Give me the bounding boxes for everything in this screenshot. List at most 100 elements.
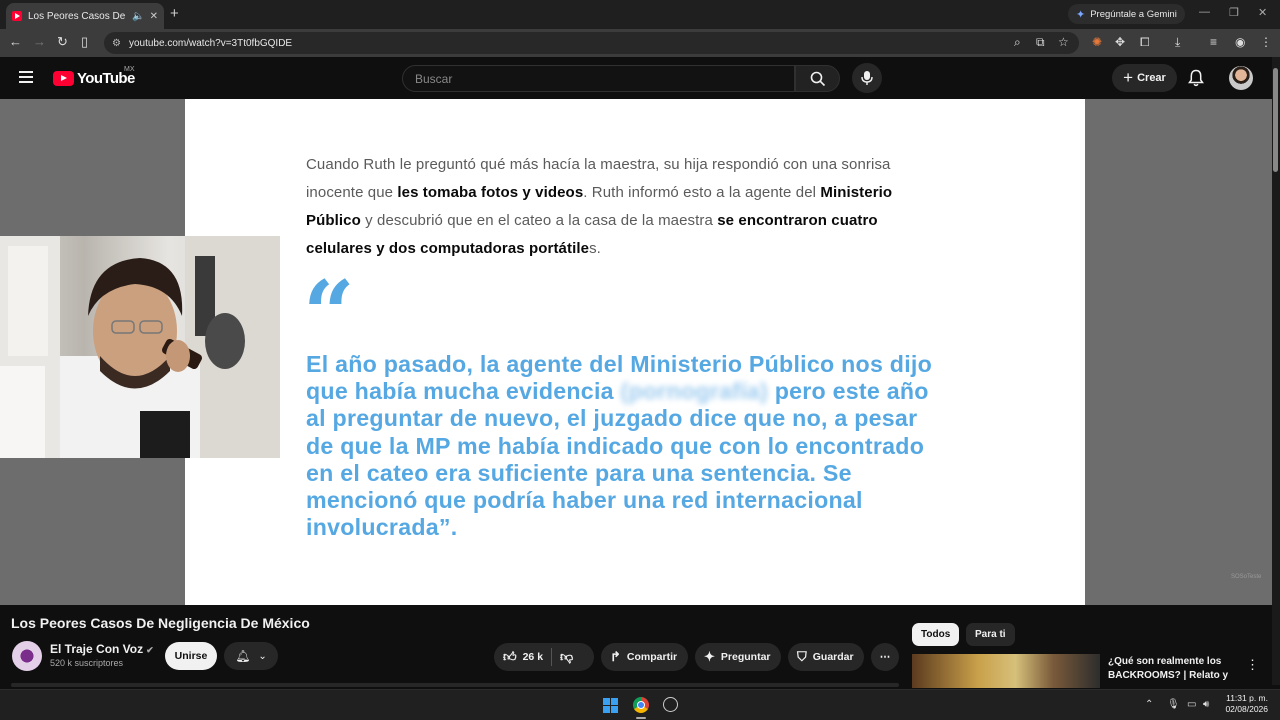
like-divider — [551, 648, 553, 666]
browser-tab[interactable]: Los Peores Casos De Negligencia De Méxic… — [6, 3, 164, 29]
country-code: MX — [124, 66, 135, 73]
notification-dropdown-button[interactable]: 🔔︎ ⌄ — [224, 642, 278, 670]
webcam-overlay — [0, 236, 280, 458]
quote-mark-icon: “ — [303, 269, 355, 329]
new-tab-icon[interactable]: + — [170, 5, 179, 22]
youtube-play-icon — [53, 71, 74, 86]
share-button[interactable]: ↱ Compartir — [601, 643, 688, 671]
browser-toolbar: ← → ↻ ▯ ⚙ youtube.com/watch?v=3Tt0fbGQID… — [0, 29, 1280, 57]
channel-name-text: El Traje Con Voz — [50, 642, 144, 656]
site-info-icon[interactable]: ⚙ — [112, 38, 121, 49]
tab-title: Los Peores Casos De Negligencia De Méxic… — [28, 10, 127, 22]
like-icon[interactable]: 👍︎ — [503, 649, 517, 665]
channel-name[interactable]: El Traje Con Voz ✔ — [50, 642, 154, 656]
tray-chevron-icon[interactable]: ⌃ — [1145, 699, 1153, 710]
plus-icon: + — [1123, 68, 1134, 87]
tab-close-icon[interactable]: ✕ — [150, 11, 158, 22]
video-frame-slide: Cuando Ruth le preguntó qué más hacía la… — [185, 99, 1261, 605]
verified-icon: ✔ — [146, 645, 154, 655]
chrome-taskbar-icon[interactable] — [633, 697, 649, 713]
obs-taskbar-icon[interactable] — [663, 697, 678, 712]
profile-icon[interactable]: ◉ — [1235, 35, 1245, 49]
back-icon[interactable]: ← — [9, 34, 22, 49]
minimize-icon[interactable]: — — [1199, 6, 1210, 18]
translate-icon[interactable]: ⧉ — [1036, 35, 1045, 50]
gemini-spark-icon: ✦ — [1076, 8, 1086, 21]
like-dislike-group: 👍︎ 26 k 👎︎ — [494, 643, 594, 671]
create-button[interactable]: + Crear — [1112, 64, 1177, 92]
dislike-icon[interactable]: 👎︎ — [560, 649, 573, 665]
channel-avatar[interactable] — [12, 641, 42, 671]
voice-search-button[interactable] — [852, 63, 882, 93]
subscriber-count: 520 k suscriptores — [50, 658, 124, 668]
restore-icon[interactable]: ❐ — [1229, 6, 1239, 19]
quote-blurred-word: (pornografía) — [620, 378, 768, 405]
bookmark-star-icon[interactable]: ☆ — [1058, 35, 1069, 49]
hamburger-icon[interactable] — [19, 71, 33, 83]
windows-taskbar: ⌃ 🎙︎ ▭ 🔊︎ — [0, 689, 1280, 720]
slide-watermark: SOSoTeste — [1231, 574, 1262, 580]
paragraph-run: y descubrió que en el cateo a la casa de… — [360, 212, 718, 229]
more-icon: ⋯ — [879, 651, 891, 663]
address-bar[interactable]: ⚙ youtube.com/watch?v=3Tt0fbGQIDE — [104, 32, 1079, 54]
gemini-button[interactable]: ✦ Pregúntale a Gemini — [1068, 4, 1185, 24]
join-button[interactable]: Unirse — [165, 642, 217, 670]
close-window-icon[interactable]: ✕ — [1258, 6, 1267, 19]
forward-icon[interactable]: → — [33, 34, 46, 49]
chevron-down-icon: ⌄ — [258, 650, 267, 662]
youtube-favicon-icon — [12, 11, 22, 21]
video-title: Los Peores Casos De Negligencia De Méxic… — [11, 615, 310, 631]
extension-icon[interactable]: ✺ — [1092, 35, 1102, 49]
slide-paragraph: Cuando Ruth le preguntó qué más hacía la… — [306, 151, 946, 263]
paragraph-run: . Ruth informó esto a la agente del — [583, 184, 821, 201]
bell-icon[interactable] — [1188, 69, 1204, 92]
chip-for-you[interactable]: Para ti — [966, 623, 1015, 646]
recommendation-thumbnail[interactable] — [912, 654, 1100, 688]
windows-start-icon[interactable] — [603, 698, 618, 713]
ask-label: Preguntar — [720, 651, 771, 663]
extensions-puzzle-icon[interactable]: ⧠ — [1140, 35, 1150, 50]
url-text: youtube.com/watch?v=3Tt0fbGQIDE — [128, 37, 293, 49]
browser-tab-strip: Los Peores Casos De Negligencia De Méxic… — [0, 0, 1280, 29]
paragraph-bold-run: les tomaba fotos y videos — [397, 184, 584, 201]
search-button[interactable] — [795, 65, 840, 92]
tray-volume-icon[interactable]: 🔊︎ — [1203, 699, 1209, 710]
mic-icon — [861, 71, 873, 85]
recommendation-more-icon[interactable]: ⋮ — [1246, 657, 1259, 673]
tray-network-icon[interactable]: ▭ — [1187, 699, 1196, 710]
youtube-logo[interactable]: YouTube MX — [53, 66, 135, 87]
webcam-person-image — [0, 236, 280, 458]
clock-time: 11:31 p. m. — [1226, 693, 1268, 703]
like-count[interactable]: 26 k — [523, 651, 543, 663]
save-label: Guardar — [812, 651, 854, 663]
chrome-menu-icon[interactable]: ⋮ — [1260, 35, 1272, 49]
tray-mic-icon[interactable]: 🎙︎ — [1167, 699, 1180, 710]
more-actions-button[interactable]: ⋯ — [871, 643, 899, 671]
youtube-header: YouTube MX Buscar + Crear — [0, 57, 1272, 99]
divider — [11, 683, 899, 687]
taskbar-clock[interactable]: 11:31 p. m. 02/08/2026 — [1222, 693, 1268, 715]
extension-2-icon[interactable]: ✥ — [1115, 35, 1125, 49]
search-input[interactable]: Buscar — [402, 65, 795, 92]
paragraph-run: s. — [589, 240, 601, 257]
slide-quote: El año pasado, la agente del Ministerio … — [306, 351, 946, 541]
reload-icon[interactable]: ↻ — [57, 34, 68, 50]
downloads-icon[interactable]: ⤓ — [1175, 35, 1180, 50]
create-label: Crear — [1137, 72, 1166, 84]
zoom-icon[interactable]: ⌕ — [1014, 35, 1021, 50]
chip-all[interactable]: Todos — [912, 623, 960, 646]
tab-audio-icon[interactable]: 🔈 — [132, 11, 144, 22]
spark-icon: ✦ — [704, 649, 715, 664]
clock-date: 02/08/2026 — [1225, 704, 1268, 714]
bell-icon: 🔔︎ — [235, 649, 251, 663]
save-button[interactable]: ⛉ Guardar — [788, 643, 864, 671]
ask-button[interactable]: ✦ Preguntar — [695, 643, 781, 671]
scrollbar-thumb[interactable] — [1273, 68, 1278, 172]
user-avatar[interactable] — [1229, 66, 1253, 90]
gemini-label: Pregúntale a Gemini — [1090, 8, 1177, 20]
chrome-running-indicator — [636, 717, 646, 719]
share-icon: ↱ — [610, 649, 621, 664]
media-controls-icon[interactable]: ≡ — [1210, 35, 1217, 49]
side-panel-icon[interactable]: ▯ — [81, 34, 88, 50]
search-icon — [810, 71, 826, 87]
